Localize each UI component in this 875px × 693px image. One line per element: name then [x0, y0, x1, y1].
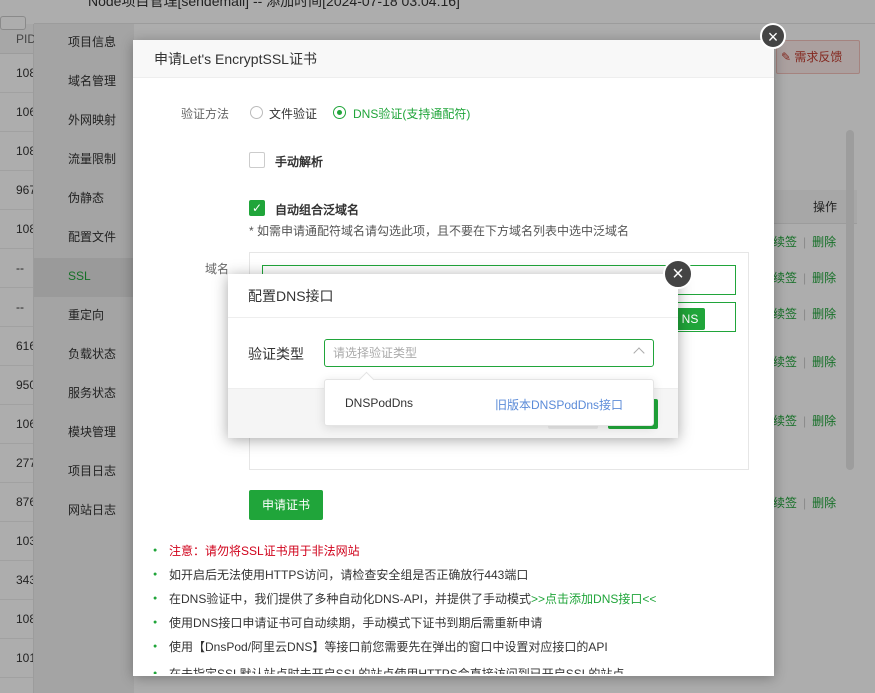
auto-wildcard-checkbox[interactable]: ✓: [249, 200, 265, 216]
note-text: 在DNS验证中，我们提供了多种自动化DNS-API，并提供了手动模式: [169, 592, 532, 606]
chevron-up-icon: [633, 347, 645, 359]
radio-file-verify[interactable]: [250, 106, 263, 119]
dropdown-option-desc[interactable]: 旧版本DNSPodDns接口: [495, 396, 623, 413]
ssl-dialog-title: 申请Let's EncryptSSL证书: [133, 40, 774, 78]
note-item: 使用【DnsPod/阿里云DNS】等接口前您需要先在弹出的窗口中设置对应接口的A…: [153, 638, 753, 662]
ssl-dialog-close-icon[interactable]: ×: [760, 23, 786, 49]
note-item: 注意：请勿将SSL证书用于非法网站: [153, 542, 753, 566]
manual-parse-label[interactable]: 手动解析: [275, 153, 323, 170]
note-item: 在未指定SSL默认站点时未开启SSL的站点使用HTTPS会直接访问到已开启SSL…: [153, 662, 753, 674]
note-item: 使用DNS接口申请证书可自动续期，手动模式下证书到期后需重新申请: [153, 614, 753, 638]
add-dns-link[interactable]: >>点击添加DNS接口<<: [531, 592, 656, 606]
dropdown-option-name[interactable]: DNSPodDns: [345, 396, 413, 410]
dns-mini-button[interactable]: NS: [675, 308, 705, 330]
radio-dns-verify-label[interactable]: DNS验证(支持通配符): [353, 105, 470, 122]
note-item: 在DNS验证中，我们提供了多种自动化DNS-API，并提供了手动模式>>点击添加…: [153, 590, 753, 614]
verify-type-input[interactable]: [333, 344, 623, 362]
manual-parse-checkbox[interactable]: [249, 152, 265, 168]
dns-dialog-title: 配置DNS接口: [228, 274, 678, 318]
verify-type-label: 验证类型: [248, 346, 304, 362]
verify-type-dropdown: DNSPodDns 旧版本DNSPodDns接口: [324, 379, 654, 426]
radio-file-verify-label[interactable]: 文件验证: [269, 105, 317, 122]
apply-certificate-button[interactable]: 申请证书: [249, 490, 323, 520]
verify-type-select[interactable]: [324, 339, 654, 367]
radio-dns-verify[interactable]: [333, 106, 346, 119]
auto-wildcard-label[interactable]: 自动组合泛域名: [275, 201, 359, 218]
wildcard-hint: * 如需申请通配符域名请勾选此项，且不要在下方域名列表中选中泛域名: [249, 224, 630, 238]
dns-dialog-close-icon[interactable]: ×: [663, 259, 693, 289]
notes-list: 注意：请勿将SSL证书用于非法网站 如开启后无法使用HTTPS访问，请检查安全组…: [153, 542, 753, 674]
domain-label: 域名: [205, 262, 230, 276]
verify-method-label: 验证方法: [181, 107, 230, 121]
note-item: 如开启后无法使用HTTPS访问，请检查安全组是否正确放行443端口: [153, 566, 753, 590]
